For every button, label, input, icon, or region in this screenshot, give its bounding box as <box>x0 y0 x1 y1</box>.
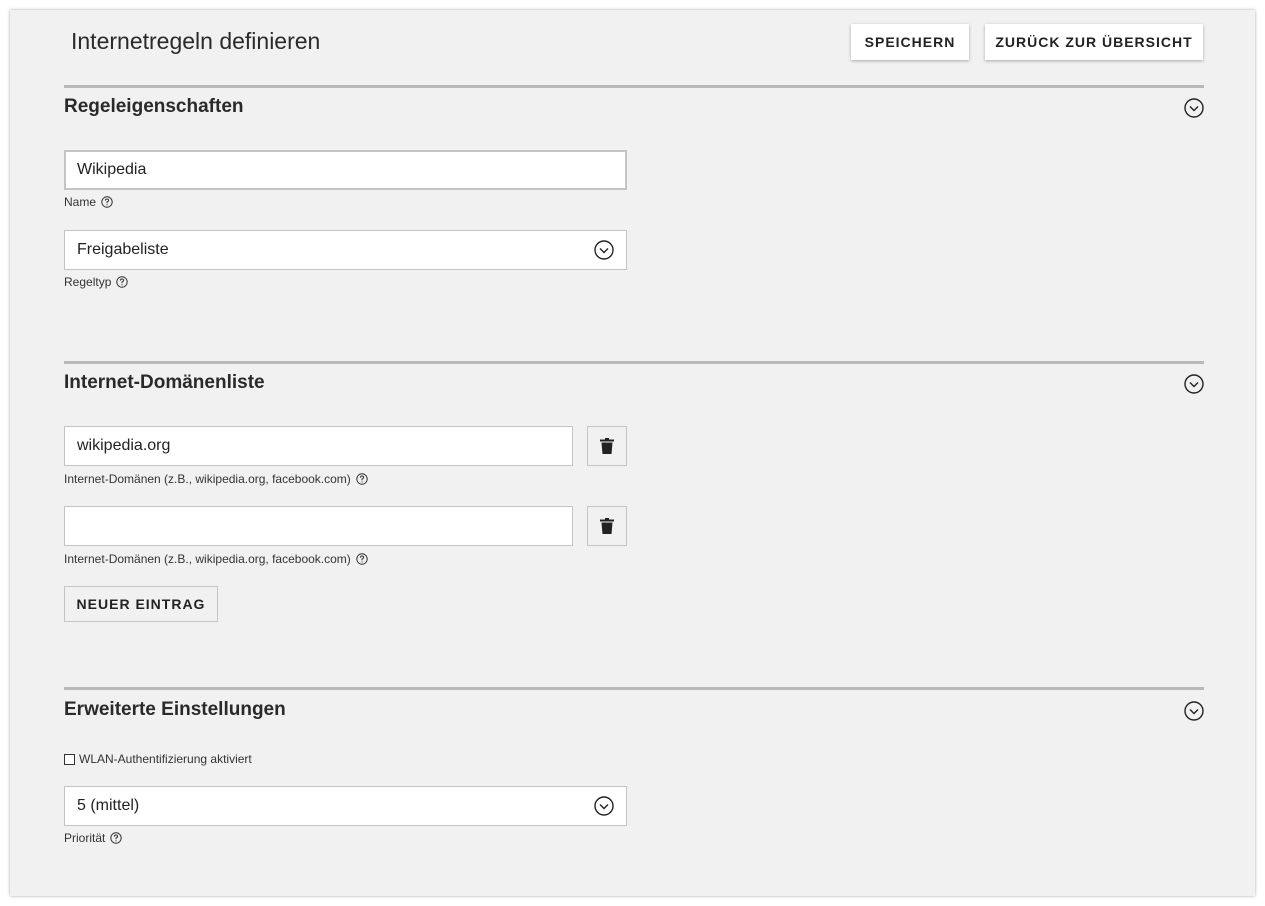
help-circle-icon[interactable] <box>356 553 368 565</box>
rule-type-helper: Regeltyp <box>64 275 129 289</box>
priority-select[interactable]: 5 (mittel) <box>64 786 627 826</box>
section-heading-rule-properties: Regeleigenschaften <box>64 96 244 117</box>
rule-editor-panel: Internetregeln definieren SPEICHERN ZURÜ… <box>10 10 1255 896</box>
save-button[interactable]: SPEICHERN <box>851 24 969 60</box>
collapse-advanced-icon[interactable] <box>1184 701 1204 721</box>
priority-helper: Priorität <box>64 831 123 845</box>
rule-type-label: Regeltyp <box>64 275 112 289</box>
help-circle-icon[interactable] <box>101 196 113 208</box>
priority-label: Priorität <box>64 831 106 845</box>
help-circle-icon[interactable] <box>356 473 368 485</box>
delete-domain-button[interactable] <box>587 426 627 466</box>
section-heading-advanced: Erweiterte Einstellungen <box>64 699 286 720</box>
chevron-down-icon <box>594 240 614 260</box>
section-divider <box>64 687 1204 690</box>
new-entry-button[interactable]: NEUER EINTRAG <box>64 586 218 622</box>
wlan-auth-label[interactable]: WLAN-Authentifizierung aktiviert <box>79 752 252 766</box>
chevron-down-icon <box>594 796 614 816</box>
delete-domain-button[interactable] <box>587 506 627 546</box>
section-heading-domain-list: Internet-Domänenliste <box>64 372 265 393</box>
wlan-auth-checkbox[interactable] <box>64 753 75 765</box>
domain-helper: Internet-Domänen (z.B., wikipedia.org, f… <box>64 472 368 486</box>
domain-helper: Internet-Domänen (z.B., wikipedia.org, f… <box>64 552 368 566</box>
trash-icon <box>600 518 614 534</box>
domain-label: Internet-Domänen (z.B., wikipedia.org, f… <box>64 552 351 566</box>
section-divider <box>64 361 1204 364</box>
collapse-domain-list-icon[interactable] <box>1184 374 1204 394</box>
rule-name-input[interactable] <box>64 150 627 190</box>
help-circle-icon[interactable] <box>116 276 129 288</box>
domain-label: Internet-Domänen (z.B., wikipedia.org, f… <box>64 472 351 486</box>
trash-icon <box>600 438 614 454</box>
section-divider <box>64 85 1204 88</box>
rule-type-select[interactable]: Freigabeliste <box>64 230 627 270</box>
rule-name-label: Name <box>64 195 97 209</box>
domain-input[interactable] <box>64 426 573 466</box>
collapse-rule-properties-icon[interactable] <box>1184 98 1204 118</box>
help-circle-icon[interactable] <box>110 832 123 844</box>
page-title: Internetregeln definieren <box>71 28 321 54</box>
domain-input[interactable] <box>64 506 573 546</box>
wlan-auth-row: WLAN-Authentifizierung aktiviert <box>64 752 252 766</box>
priority-value: 5 (mittel) <box>77 797 140 814</box>
rule-name-helper: Name <box>64 195 113 209</box>
back-to-overview-button[interactable]: ZURÜCK ZUR ÜBERSICHT <box>985 24 1203 60</box>
rule-type-value: Freigabeliste <box>77 241 169 258</box>
